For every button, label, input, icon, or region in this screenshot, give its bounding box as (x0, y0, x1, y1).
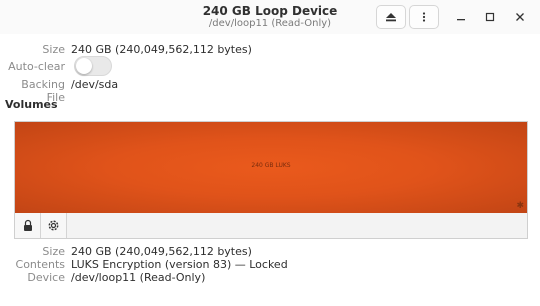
device-label: Device (27, 271, 65, 284)
size-value: 240 GB (240,049,562,112 bytes) (71, 43, 252, 56)
padlock-icon (23, 219, 32, 231)
settings-button[interactable] (41, 213, 67, 238)
unlock-button[interactable] (15, 213, 41, 238)
eject-icon (386, 13, 396, 22)
eject-button[interactable] (376, 5, 406, 29)
device-value: /dev/loop11 (Read-Only) (71, 271, 206, 284)
maximize-icon (485, 12, 495, 22)
autoclear-label: Auto-clear (8, 60, 65, 73)
contents-value: LUKS Encryption (version 83) — Locked (71, 258, 288, 271)
gear-icon (48, 220, 59, 231)
volume-toolbar (15, 213, 527, 238)
maximize-button[interactable] (481, 8, 499, 26)
partition-label: 240 GB LUKS (251, 162, 291, 169)
selected-size-label: Size (42, 245, 65, 258)
autoclear-switch[interactable] (74, 56, 112, 76)
minimize-button[interactable] (452, 8, 470, 26)
menu-button[interactable] (409, 5, 439, 29)
minimize-icon (457, 19, 465, 21)
header-bar: 240 GB Loop Device /dev/loop11 (Read-Onl… (0, 0, 540, 34)
volumes-heading: Volumes (5, 98, 58, 111)
selected-size-value: 240 GB (240,049,562,112 bytes) (71, 245, 252, 258)
partition-block[interactable]: 240 GB LUKS ✱ (15, 122, 527, 213)
star-icon: ✱ (516, 201, 524, 211)
close-button[interactable] (511, 8, 529, 26)
backing-file-value: /dev/sda (71, 78, 119, 91)
close-icon (516, 13, 524, 21)
contents-label: Contents (15, 258, 65, 271)
volumes-graph: 240 GB LUKS ✱ (14, 121, 528, 239)
switch-knob (76, 58, 92, 74)
size-label: Size (42, 43, 65, 56)
kebab-menu-icon (422, 12, 426, 22)
